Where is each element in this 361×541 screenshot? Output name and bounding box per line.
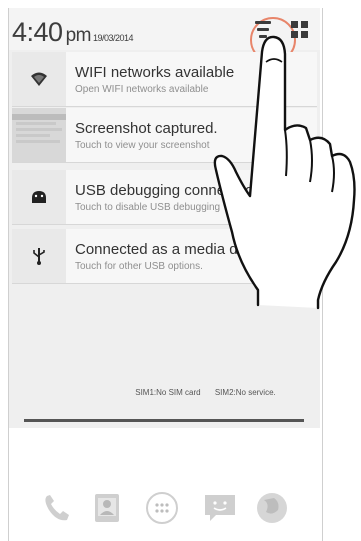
- sim-status: SIM1:No SIM card SIM2:No service.: [0, 388, 361, 397]
- dock: [9, 490, 320, 540]
- app-drawer-icon[interactable]: [144, 490, 180, 526]
- quick-settings-icon[interactable]: [291, 21, 309, 39]
- clock-date: 19/03/2014: [92, 33, 134, 43]
- messaging-icon[interactable]: [202, 490, 238, 526]
- clear-all-icon[interactable]: [255, 21, 271, 41]
- wifi-icon: [31, 72, 47, 86]
- notification-usb-debugging[interactable]: USB debugging connected Touch to disable…: [12, 170, 317, 225]
- sim1-status: SIM1:No SIM card: [135, 388, 201, 397]
- clock-time: 4:40: [12, 17, 63, 47]
- shade-drag-handle[interactable]: [24, 419, 304, 422]
- notification-screenshot[interactable]: Screenshot captured. Touch to view your …: [12, 108, 317, 163]
- android-debug-icon: [32, 191, 46, 203]
- usb-icon: [33, 248, 45, 265]
- clock-ampm: pm: [65, 25, 92, 46]
- phone-screen: 4:40 pm 19/03/2014 WIFI networks available…: [0, 0, 361, 541]
- notification-title: Connected as a media device: [75, 241, 273, 258]
- notification-subtitle: Touch for other USB options.: [75, 261, 203, 272]
- contacts-icon[interactable]: [89, 490, 125, 526]
- notification-subtitle: Touch to disable USB debugging: [75, 202, 221, 213]
- sim2-status: SIM2:No service.: [214, 388, 276, 397]
- browser-icon[interactable]: [254, 490, 290, 526]
- notification-title: Screenshot captured.: [75, 120, 218, 137]
- notification-subtitle: Touch to view your screenshot: [75, 140, 210, 151]
- notification-wifi[interactable]: WIFI networks available Open WIFI networ…: [12, 52, 317, 107]
- notification-media-device[interactable]: Connected as a media device Touch for ot…: [12, 229, 317, 284]
- notification-subtitle: Open WIFI networks available: [75, 84, 209, 95]
- clock: 4:40 pm 19/03/2014: [12, 17, 134, 47]
- notification-title: USB debugging connected: [75, 182, 254, 199]
- screenshot-thumbnail: [12, 108, 66, 162]
- phone-icon[interactable]: [39, 490, 75, 526]
- notification-title: WIFI networks available: [75, 64, 235, 81]
